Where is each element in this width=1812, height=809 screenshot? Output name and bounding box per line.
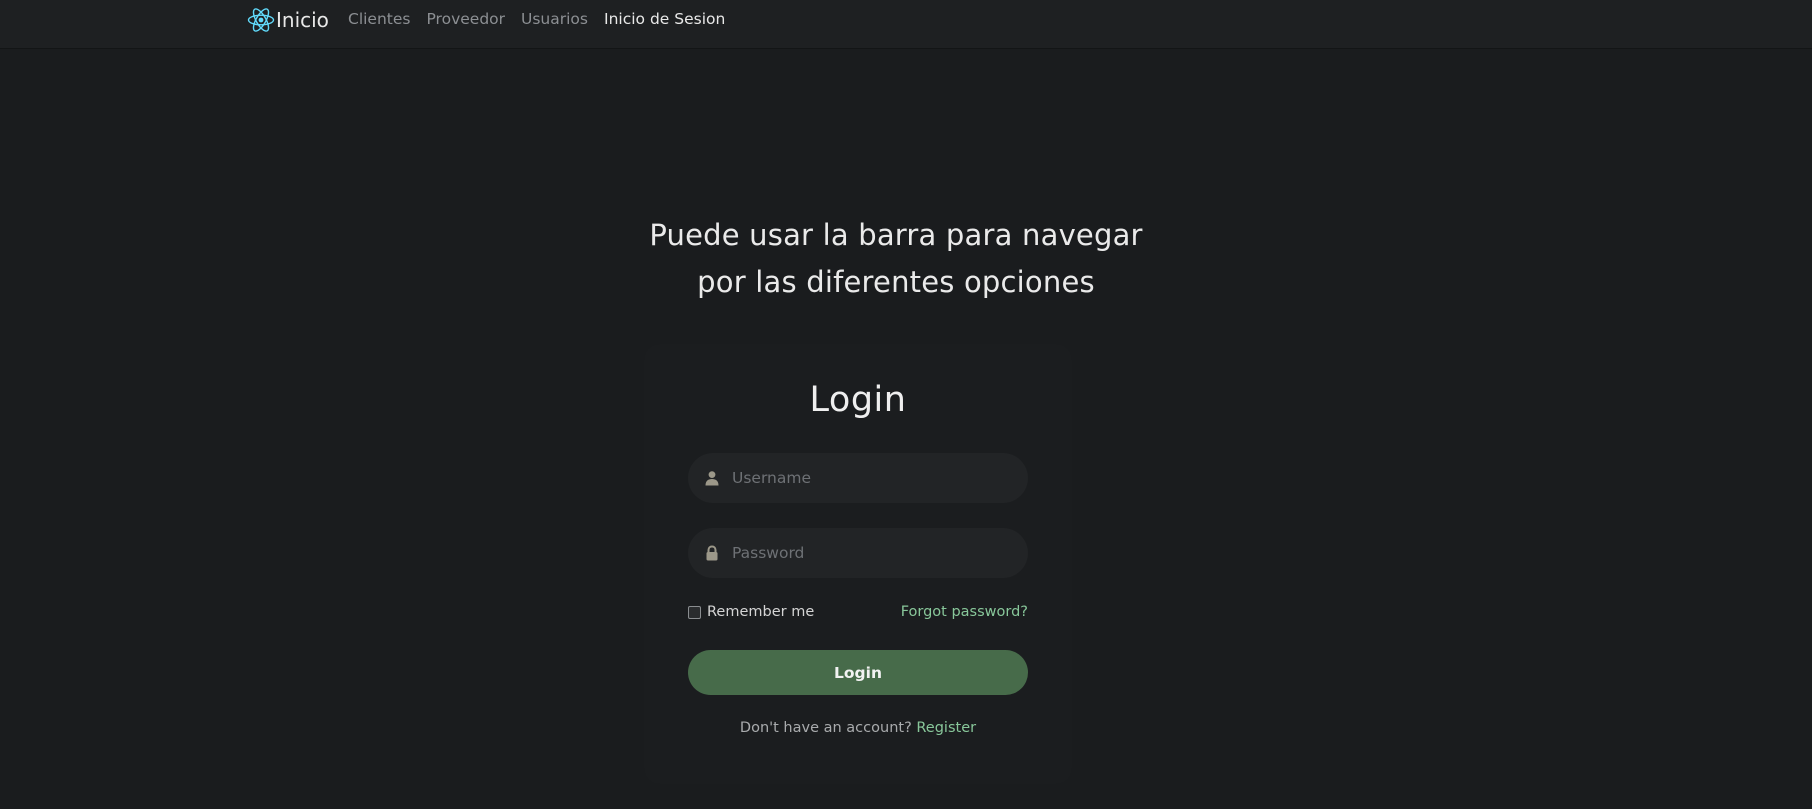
remember-me-checkbox[interactable] bbox=[688, 605, 701, 619]
login-title: Login bbox=[809, 380, 907, 420]
register-link[interactable]: Register bbox=[916, 720, 976, 736]
username-field[interactable] bbox=[688, 453, 1028, 503]
remember-me[interactable]: Remember me bbox=[688, 604, 814, 620]
brand-label: Inicio bbox=[276, 8, 329, 32]
remember-me-label: Remember me bbox=[707, 604, 815, 620]
react-atom-icon bbox=[246, 6, 276, 34]
page-headline: Puede usar la barra para navegar por las… bbox=[556, 212, 1236, 306]
headline-line-1: Puede usar la barra para navegar bbox=[649, 218, 1143, 252]
username-input[interactable] bbox=[732, 458, 1028, 498]
register-prompt: Don't have an account? bbox=[739, 720, 912, 736]
nav-link-proveedor[interactable]: Proveedor bbox=[426, 10, 505, 28]
top-navbar: Inicio Clientes Proveedor Usuarios Inici… bbox=[0, 0, 1812, 48]
nav-link-clientes[interactable]: Clientes bbox=[348, 10, 410, 28]
user-icon bbox=[704, 470, 720, 486]
login-button[interactable]: Login bbox=[688, 650, 1028, 695]
lock-icon bbox=[704, 545, 720, 561]
password-field[interactable] bbox=[688, 528, 1028, 578]
headline-line-2: por las diferentes opciones bbox=[697, 265, 1095, 299]
login-card: Login Remember me Forgot password? Login… bbox=[644, 344, 1072, 784]
nav-link-inicio-de-sesion[interactable]: Inicio de Sesion bbox=[604, 10, 725, 28]
register-line: Don't have an account? Register bbox=[644, 720, 1072, 736]
password-input[interactable] bbox=[732, 533, 1028, 573]
nav-link-usuarios[interactable]: Usuarios bbox=[521, 10, 588, 28]
brand-link[interactable]: Inicio bbox=[246, 6, 329, 34]
nav-links: Clientes Proveedor Usuarios Inicio de Se… bbox=[348, 9, 741, 29]
forgot-password-link[interactable]: Forgot password? bbox=[901, 604, 1028, 620]
